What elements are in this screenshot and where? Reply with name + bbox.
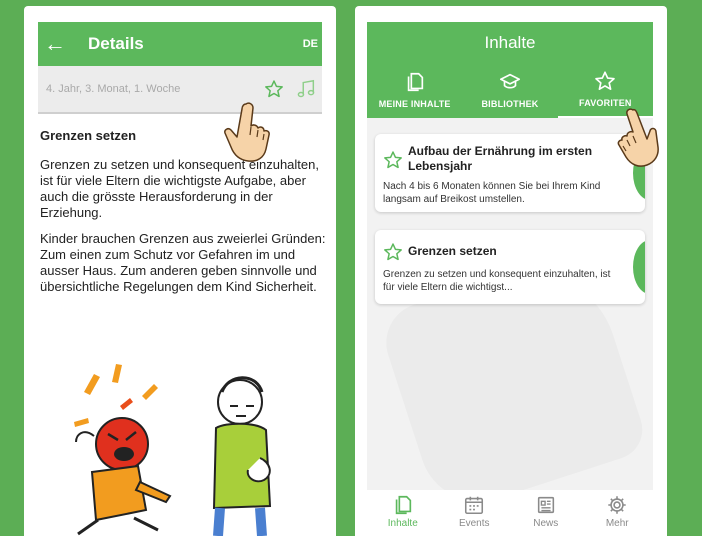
age-label: 4. Jahr, 3. Monat, 1. Woche — [46, 83, 181, 95]
pointing-hand-icon — [224, 102, 270, 162]
card-title: Grenzen setzen — [408, 244, 497, 258]
tab-bar: MEINE INHALTE BIBLIOTHEK FAVORITEN — [367, 62, 653, 118]
nav-label: Inhalte — [387, 518, 418, 529]
card-title: Aufbau der Ernährung im ersten Lebensjah… — [408, 144, 593, 173]
tab-label: BIBLIOTHEK — [481, 99, 539, 109]
nav-news[interactable]: News — [510, 490, 582, 536]
inhalte-screen: Inhalte MEINE INHALTE BIBLIOTHEK FAVORIT… — [355, 6, 667, 536]
tab-bibliothek[interactable]: BIBLIOTHEK — [462, 62, 557, 118]
card-text: Nach 4 bis 6 Monaten können Sie bei Ihre… — [383, 181, 601, 205]
bottom-navigation: Inhalte Events News Mehr — [367, 490, 653, 536]
star-icon — [595, 71, 616, 90]
page-title: Inhalte — [484, 33, 536, 52]
illustration — [74, 364, 272, 536]
documents-icon — [407, 72, 423, 92]
nav-mehr[interactable]: Mehr — [582, 490, 654, 536]
nav-events[interactable]: Events — [439, 490, 511, 536]
nav-label: News — [533, 518, 559, 529]
pointing-hand-icon — [617, 108, 659, 167]
gear-icon — [608, 496, 626, 514]
newspaper-icon — [537, 496, 554, 514]
tab-label: MEINE INHALTE — [378, 99, 451, 109]
language-switch[interactable]: DE — [303, 38, 322, 50]
article-paragraph: Grenzen zu setzen und konsequent einzuha… — [40, 157, 319, 220]
page-title: Details — [88, 34, 144, 53]
age-row: 4. Jahr, 3. Monat, 1. Woche — [38, 66, 322, 114]
card-accent — [633, 240, 645, 294]
favorite-card[interactable]: Aufbau der Ernährung im ersten Lebensjah… — [375, 134, 645, 212]
calendar-icon — [465, 496, 484, 515]
article-paragraph: Kinder brauchen Grenzen aus zweierlei Gr… — [40, 231, 326, 294]
details-screen: ← Details DE 4. Jahr, 3. Monat, 1. Woche… — [24, 6, 336, 536]
card-text: Grenzen zu setzen und konsequent einzuha… — [383, 269, 611, 293]
nav-label: Mehr — [605, 518, 629, 529]
back-arrow-icon[interactable]: ← — [38, 22, 72, 66]
article: Grenzen setzen Grenzen zu setzen und kon… — [40, 128, 326, 305]
tab-meine-inhalte[interactable]: MEINE INHALTE — [367, 62, 462, 118]
inhalte-header: Inhalte MEINE INHALTE BIBLIOTHEK FAVORIT… — [367, 22, 653, 118]
star-icon[interactable] — [383, 242, 403, 262]
graduation-cap-icon — [499, 73, 520, 89]
music-note-icon[interactable] — [290, 74, 322, 104]
article-title: Grenzen setzen — [40, 128, 137, 143]
nav-inhalte[interactable]: Inhalte — [367, 490, 439, 536]
details-header: ← Details DE — [38, 22, 322, 66]
documents-icon — [395, 495, 411, 515]
nav-label: Events — [458, 518, 490, 529]
star-icon[interactable] — [383, 150, 403, 170]
favorite-card[interactable]: Grenzen setzen Grenzen zu setzen und kon… — [375, 230, 645, 304]
